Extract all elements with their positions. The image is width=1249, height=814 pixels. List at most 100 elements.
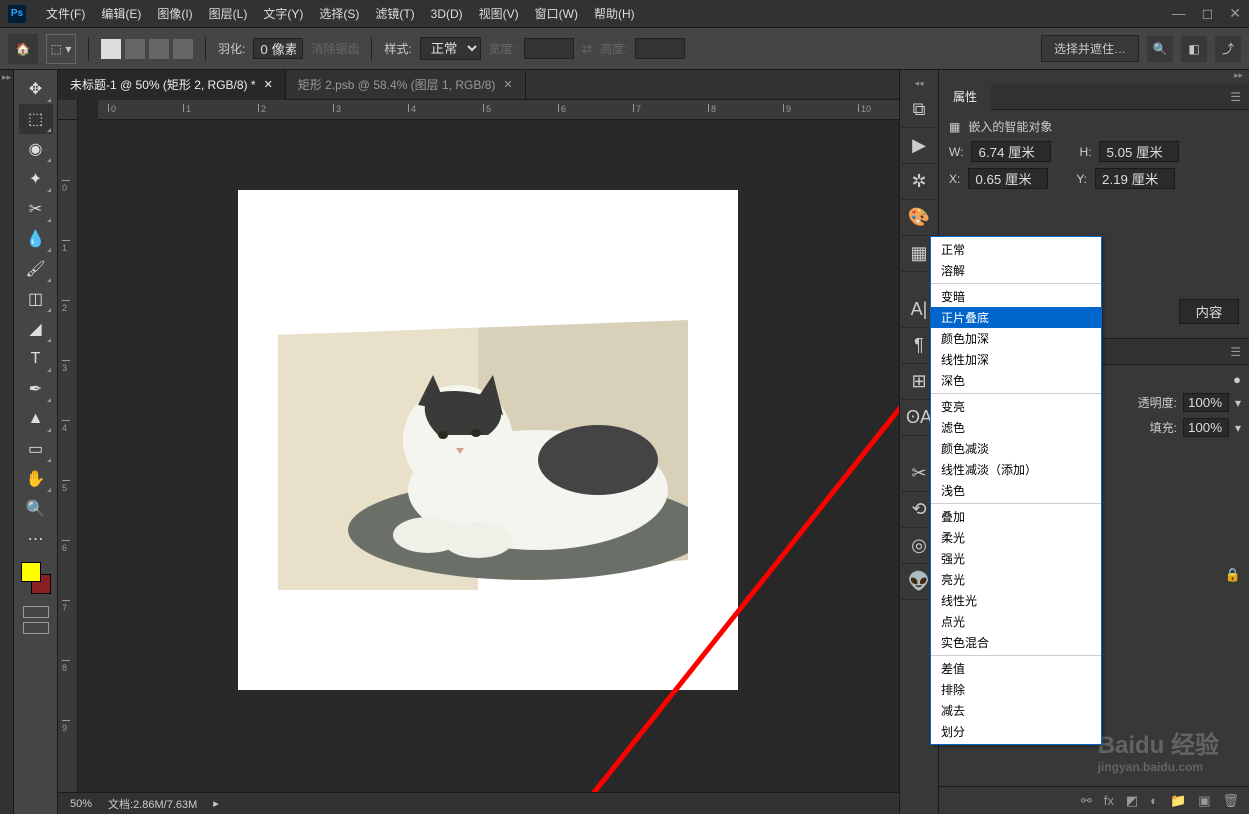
selection-new[interactable] [101,39,121,59]
hand-tool[interactable]: ✋ [19,464,53,494]
properties-tab[interactable]: 属性 [939,84,991,110]
move-tool[interactable]: ✥ [19,74,53,104]
menu-select[interactable]: 选择(S) [311,5,367,22]
color-swatches[interactable] [19,562,53,596]
blend-vivid-light[interactable]: 亮光 [931,569,1101,590]
lock-icon[interactable]: 🔒 [1225,567,1241,583]
dropdown-icon[interactable]: ▾ [1235,421,1241,435]
blend-dissolve[interactable]: 溶解 [931,260,1101,281]
blend-overlay[interactable]: 叠加 [931,506,1101,527]
selection-add[interactable] [125,39,145,59]
blend-screen[interactable]: 滤色 [931,417,1101,438]
menu-window[interactable]: 窗口(W) [527,5,586,22]
opacity-input[interactable] [1183,393,1229,412]
blend-color-dodge[interactable]: 颜色减淡 [931,438,1101,459]
screen-mode-icon[interactable] [23,622,49,634]
blend-soft-light[interactable]: 柔光 [931,527,1101,548]
quick-select-tool[interactable]: ✦ [19,164,53,194]
blend-divide[interactable]: 划分 [931,721,1101,742]
status-expand-icon[interactable]: ▸ [213,797,219,810]
edit-content-button[interactable]: 内容 [1179,299,1239,324]
foreground-color[interactable] [21,562,41,582]
link-layers-icon[interactable]: ⚯ [1081,793,1092,809]
strip-collapse[interactable]: ◂◂ [914,78,923,92]
history-panel-icon[interactable]: ⧉ [901,92,937,128]
w-input[interactable] [971,141,1051,162]
menu-help[interactable]: 帮助(H) [586,5,643,22]
menu-filter[interactable]: 滤镜(T) [367,5,422,22]
panel-menu-icon[interactable]: ☰ [1222,345,1249,359]
pen-tool[interactable]: ✒ [19,374,53,404]
blend-linear-light[interactable]: 线性光 [931,590,1101,611]
adjustment-layer-icon[interactable]: ◐ [1150,793,1158,808]
ruler-vertical[interactable]: 0 1 2 3 4 5 6 7 8 9 [58,120,78,792]
toolbox-collapse[interactable]: ▸▸ [0,70,14,814]
tab-doc-1[interactable]: 未标题-1 @ 50% (矩形 2, RGB/8) * ✕ [58,70,286,100]
blend-darker-color[interactable]: 深色 [931,370,1101,391]
blend-linear-burn[interactable]: 线性加深 [931,349,1101,370]
quick-mask-icon[interactable] [23,606,49,618]
menu-type[interactable]: 文字(Y) [255,5,311,22]
gradient-tool[interactable]: ◢ [19,314,53,344]
blend-mode-dropdown[interactable]: 正常 溶解 变暗 正片叠底 颜色加深 线性加深 深色 变亮 滤色 颜色减淡 线性… [930,236,1102,745]
minimize-icon[interactable]: — [1172,5,1186,22]
y-input[interactable] [1095,168,1175,189]
select-and-mask-button[interactable]: 选择并遮住… [1041,35,1139,62]
share-icon[interactable]: ⤴ [1215,36,1241,62]
edit-toolbar[interactable]: ⋯ [19,524,53,554]
canvas[interactable] [78,120,899,792]
path-select-tool[interactable]: ▲ [19,404,53,434]
blend-lighten[interactable]: 变亮 [931,396,1101,417]
panels-collapse[interactable]: ▸▸ [939,70,1249,84]
group-icon[interactable]: 📁 [1170,793,1186,809]
zoom-tool[interactable]: 🔍 [19,494,53,524]
menu-file[interactable]: 文件(F) [38,5,93,22]
selection-subtract[interactable] [149,39,169,59]
blend-hard-light[interactable]: 强光 [931,548,1101,569]
navigator-panel-icon[interactable]: ✲ [901,164,937,200]
blend-difference[interactable]: 差值 [931,658,1101,679]
blend-linear-dodge[interactable]: 线性减淡（添加） [931,459,1101,480]
ruler-horizontal[interactable]: 0 1 2 3 4 5 6 7 8 9 10 [98,100,899,120]
layer-mask-icon[interactable]: ◩ [1126,793,1138,809]
doc-size[interactable]: 文档:2.86M/7.63M [108,796,197,812]
blend-normal[interactable]: 正常 [931,239,1101,260]
tab-close-icon[interactable]: ✕ [503,78,512,91]
marquee-tool[interactable]: ⬚ [19,104,53,134]
menu-layer[interactable]: 图层(L) [201,5,256,22]
blend-pin-light[interactable]: 点光 [931,611,1101,632]
h-input[interactable] [1099,141,1179,162]
blend-color-burn[interactable]: 颜色加深 [931,328,1101,349]
new-layer-icon[interactable]: ▣ [1198,793,1210,809]
blend-hard-mix[interactable]: 实色混合 [931,632,1101,653]
crop-tool[interactable]: ✂ [19,194,53,224]
blend-exclusion[interactable]: 排除 [931,679,1101,700]
menu-3d[interactable]: 3D(D) [423,7,471,21]
workspace-icon[interactable]: ◧ [1181,36,1207,62]
x-input[interactable] [968,168,1048,189]
menu-image[interactable]: 图像(I) [149,5,200,22]
ruler-origin[interactable] [58,100,78,120]
menu-view[interactable]: 视图(V) [471,5,527,22]
fill-input[interactable] [1183,418,1229,437]
brush-tool[interactable]: 🖌 [19,254,53,284]
tab-close-icon[interactable]: ✕ [264,78,273,91]
eyedropper-tool[interactable]: 💧 [19,224,53,254]
feather-input[interactable] [253,38,303,59]
type-tool[interactable]: T [19,344,53,374]
dropdown-icon[interactable]: ▾ [1235,396,1241,410]
selection-intersect[interactable] [173,39,193,59]
blend-multiply[interactable]: 正片叠底 [931,307,1101,328]
maximize-icon[interactable]: ◻ [1202,5,1214,22]
blend-subtract[interactable]: 减去 [931,700,1101,721]
style-select[interactable]: 正常 [420,37,481,60]
layer-style-icon[interactable]: fx [1104,793,1114,808]
close-icon[interactable]: ✕ [1229,5,1241,22]
tool-preset[interactable]: ⬚ ▾ [46,34,76,64]
panel-menu-icon[interactable]: ☰ [1222,90,1249,104]
delete-layer-icon[interactable]: 🗑 [1222,793,1239,809]
blend-lighter-color[interactable]: 浅色 [931,480,1101,501]
lasso-tool[interactable]: ◉ [19,134,53,164]
tab-doc-2[interactable]: 矩形 2.psb @ 58.4% (图层 1, RGB/8) ✕ [286,70,526,100]
home-button[interactable]: 🏠 [8,34,38,64]
